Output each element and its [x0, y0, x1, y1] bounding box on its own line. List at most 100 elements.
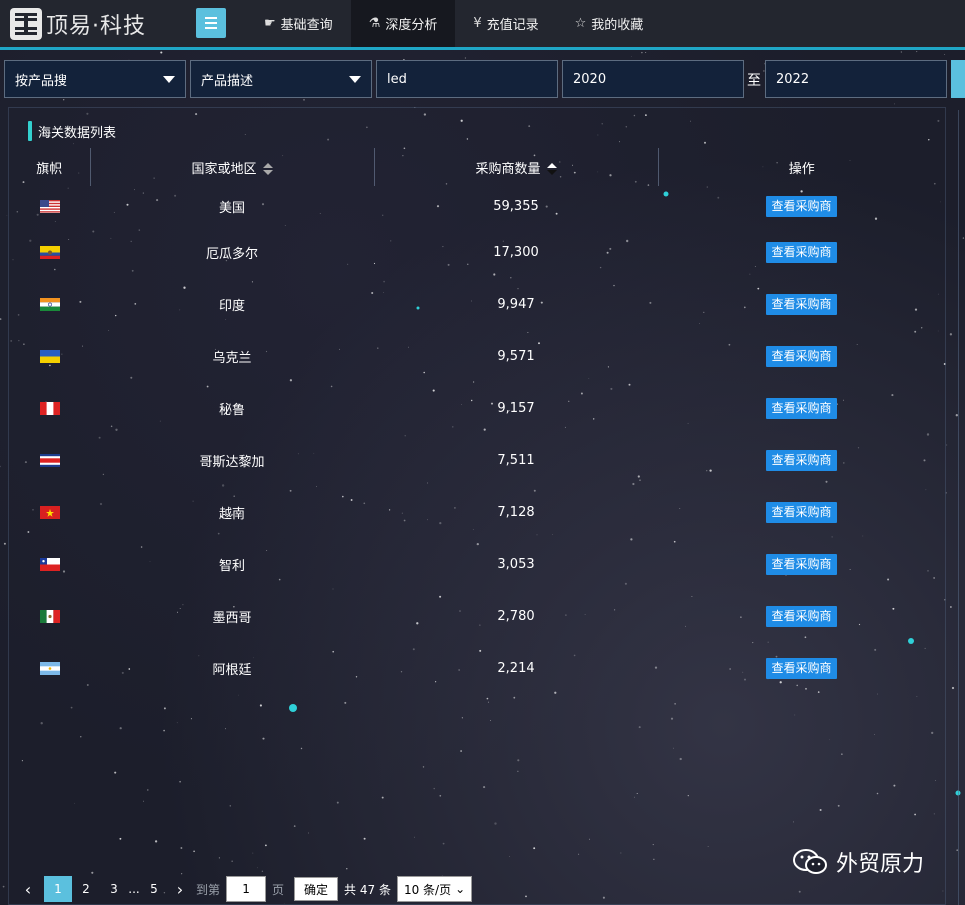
view-buyers-button[interactable]: 查看采购商 [766, 195, 837, 217]
flag-cell [9, 434, 90, 486]
nav-item-deep-analysis[interactable]: ⚗ 深度分析 [350, 0, 456, 47]
flag-pe-icon [39, 401, 60, 415]
view-buyers-button[interactable]: 查看采购商 [766, 241, 837, 263]
page-unit-label: 页 [272, 882, 285, 897]
flag-vn-icon [39, 505, 60, 519]
country-cell: 美国 [218, 200, 245, 216]
flag-ar-icon [39, 661, 60, 675]
logo[interactable]: 顶易·科技 [10, 7, 146, 41]
page-size-select[interactable]: 10 条/页 ⌄ [396, 876, 473, 902]
page-1[interactable]: 1 [44, 876, 72, 902]
table-row: 乌克兰 9,571 查看采购商 [9, 330, 945, 382]
country-cell: 哥斯达黎加 [199, 454, 265, 470]
view-buyers-button[interactable]: 查看采购商 [766, 657, 837, 679]
table-row: 哥斯达黎加 7,511 查看采购商 [9, 434, 945, 486]
action-cell: 查看采购商 [658, 642, 945, 694]
count-cell: 2,780 [497, 608, 535, 624]
logo-text: 顶易·科技 [46, 14, 146, 39]
chevron-down-icon [163, 76, 175, 83]
side-panel-edge [958, 110, 965, 905]
action-cell: 查看采购商 [658, 538, 945, 590]
search-button[interactable] [951, 60, 965, 98]
count-cell: 9,947 [497, 296, 535, 312]
count-cell: 3,053 [497, 556, 535, 572]
column-header-flag: 旗帜 [9, 148, 91, 186]
menu-toggle-button[interactable] [196, 8, 226, 38]
view-buyers-button[interactable]: 查看采购商 [766, 397, 837, 419]
search-field-value: 产品描述 [201, 73, 254, 89]
sort-icon[interactable] [546, 163, 557, 175]
table-row: 智利 3,053 查看采购商 [9, 538, 945, 590]
count-cell: 9,157 [497, 400, 535, 416]
customs-data-table: 旗帜 国家或地区 采购商数量 操作 美国 59,355 查看采购商 厄瓜多尔 17,30… [9, 148, 945, 694]
flag-cell [9, 486, 90, 538]
wechat-watermark: 外贸原力 [792, 845, 924, 879]
column-header-count[interactable]: 采购商数量 [374, 148, 659, 186]
flag-cell [9, 226, 90, 278]
view-buyers-button[interactable]: 查看采购商 [766, 293, 837, 315]
year-to-input[interactable]: 2022 [765, 60, 947, 98]
flag-cell [9, 382, 90, 434]
prev-page-icon[interactable]: ‹ [18, 880, 38, 899]
search-field-select[interactable]: 产品描述 [190, 60, 372, 98]
range-to-label: 至 [747, 73, 761, 89]
nav-label: 充值记录 [486, 18, 539, 33]
column-header-country[interactable]: 国家或地区 [90, 148, 375, 186]
search-bar: 按产品搜 产品描述 led 2020 至 2022 [0, 58, 965, 100]
keyword-value: led [387, 71, 407, 87]
page-5[interactable]: 5 [140, 876, 168, 902]
column-header-text: 采购商数量 [475, 161, 541, 177]
next-page-icon[interactable]: › [170, 880, 190, 899]
search-mode-select[interactable]: 按产品搜 [4, 60, 186, 98]
chevron-down-icon: ⌄ [455, 882, 466, 896]
column-header-text: 国家或地区 [191, 161, 257, 177]
title-accent-bar [28, 121, 32, 141]
view-buyers-button[interactable]: 查看采购商 [766, 553, 837, 575]
year-from-input[interactable]: 2020 [562, 60, 744, 98]
nav-label: 深度分析 [385, 18, 438, 33]
table-row: 厄瓜多尔 17,300 查看采购商 [9, 226, 945, 278]
count-cell: 59,355 [493, 198, 539, 214]
page-size-value: 10 条/页 [403, 882, 452, 897]
flag-cell [9, 330, 90, 382]
view-buyers-button[interactable]: 查看采购商 [766, 449, 837, 471]
hamburger-icon [205, 17, 217, 19]
customs-data-panel: 海关数据列表 旗帜 国家或地区 采购商数量 操作 美国 59,355 查看采购商 厄瓜… [8, 107, 946, 905]
action-cell: 查看采购商 [658, 486, 945, 538]
goto-page-input[interactable]: 1 [226, 876, 267, 902]
flag-cell [9, 278, 90, 330]
action-cell: 查看采购商 [658, 434, 945, 486]
pagination: ‹ 1 2 3 ... 5 › 到第 1 页 确定 共 47 条 10 条/页 ⌄ [18, 876, 473, 902]
logo-icon [10, 8, 42, 40]
goto-confirm-button[interactable]: 确定 [294, 877, 339, 901]
total-count: 共 47 条 [344, 882, 391, 897]
column-header-action: 操作 [658, 148, 945, 186]
search-mode-value: 按产品搜 [15, 73, 68, 89]
table-row: 美国 59,355 查看采购商 [9, 186, 945, 226]
wechat-icon [793, 849, 827, 874]
country-cell: 智利 [218, 558, 245, 574]
nav-item-recharge-records[interactable]: ¥ 充值记录 [455, 0, 556, 47]
country-cell: 越南 [218, 506, 245, 522]
nav-label: 基础查询 [280, 18, 333, 33]
nav-item-basic-query[interactable]: ☛ 基础查询 [246, 0, 351, 47]
header-divider [0, 47, 965, 50]
action-cell: 查看采购商 [658, 278, 945, 330]
page-2[interactable]: 2 [72, 876, 100, 902]
page-3[interactable]: 3 [100, 876, 128, 902]
count-cell: 9,571 [497, 348, 535, 364]
keyword-input[interactable]: led [376, 60, 558, 98]
flag-cl-icon [39, 557, 60, 571]
view-buyers-button[interactable]: 查看采购商 [766, 501, 837, 523]
count-cell: 2,214 [497, 660, 535, 676]
top-header: 顶易·科技 ☛ 基础查询 ⚗ 深度分析 ¥ 充值记录 ☆ 我的收藏 [0, 0, 965, 47]
flag-us-icon [39, 199, 60, 213]
sort-icon[interactable] [262, 163, 273, 175]
action-cell: 查看采购商 [658, 330, 945, 382]
microscope-icon: ⚗ [368, 16, 381, 31]
nav-item-favorites[interactable]: ☆ 我的收藏 [557, 0, 662, 47]
flag-cell [9, 590, 90, 642]
view-buyers-button[interactable]: 查看采购商 [766, 605, 837, 627]
view-buyers-button[interactable]: 查看采购商 [766, 345, 837, 367]
page-ellipsis: ... [128, 882, 140, 896]
